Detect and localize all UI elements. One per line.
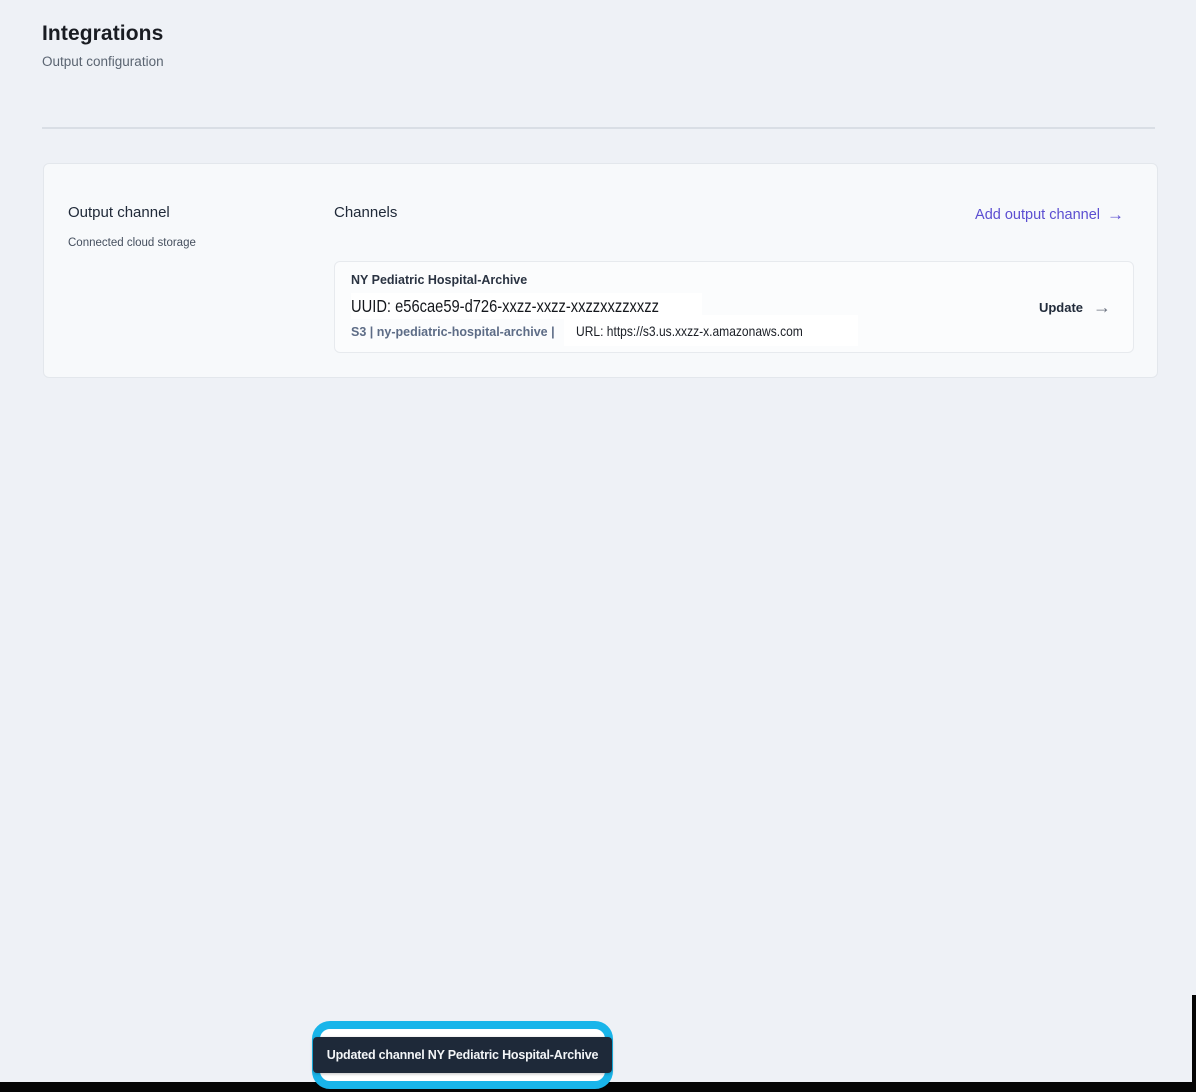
channel-url-field: URL: https://s3.us.xxzz-x.amazonaws.com — [564, 315, 858, 346]
section-title: Output channel — [68, 204, 170, 221]
toast-notification: Updated channel NY Pediatric Hospital-Ar… — [312, 1037, 613, 1073]
channel-uuid-label: UUID: e56cae59-d726-xxzz-xxzz-xxzzxxzzxx… — [351, 295, 659, 316]
annotation-highlight-ring: Updated channel NY Pediatric Hospital-Ar… — [312, 1021, 613, 1089]
window-right-edge — [1192, 995, 1196, 1092]
panel-left-column: Output channel Connected cloud storage — [68, 204, 196, 249]
section-subtitle: Connected cloud storage — [68, 237, 196, 249]
update-channel-link[interactable]: Update → — [1039, 298, 1111, 316]
channels-heading: Channels — [334, 204, 398, 221]
toast-message: Updated channel NY Pediatric Hospital-Ar… — [326, 1048, 599, 1062]
add-output-channel-label: Add output channel — [975, 206, 1100, 223]
add-output-channel-link[interactable]: Add output channel → — [975, 206, 1124, 223]
channel-name: NY Pediatric Hospital-Archive — [351, 273, 528, 287]
page-subtitle: Output configuration — [42, 54, 164, 69]
page-title: Integrations — [42, 22, 164, 45]
page-header: Integrations Output configuration — [42, 22, 164, 69]
arrow-right-icon: → — [1093, 297, 1111, 317]
output-channel-panel: Output channel Connected cloud storage C… — [43, 163, 1158, 378]
channel-storage-label: S3 | ny-pediatric-hospital-archive | — [351, 325, 555, 339]
update-label: Update — [1038, 299, 1083, 315]
channel-card: NY Pediatric Hospital-Archive UUID: e56c… — [334, 261, 1134, 353]
header-divider — [42, 127, 1155, 129]
arrow-right-icon: → — [1107, 205, 1124, 224]
channel-url-label: URL: https://s3.us.xxzz-x.amazonaws.com — [576, 322, 803, 339]
integrations-page: Integrations Output configuration Output… — [0, 0, 1196, 1092]
